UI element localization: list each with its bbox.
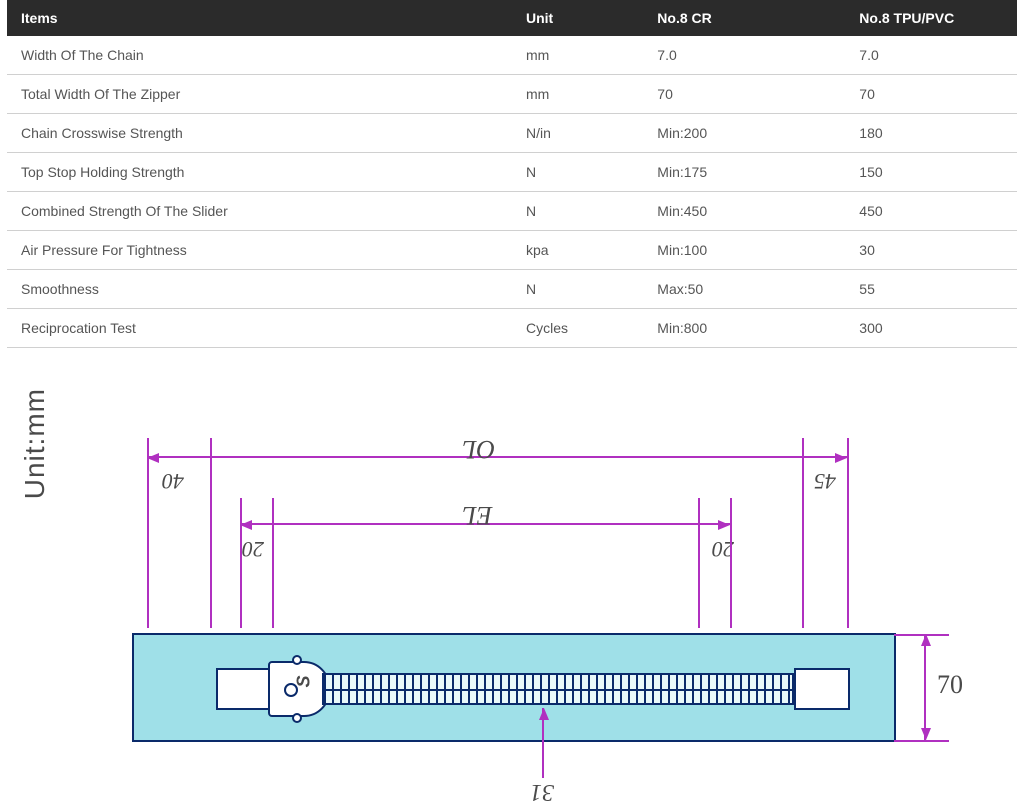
slider-pin-icon (292, 655, 302, 665)
ext-line (730, 498, 732, 628)
ext-line (894, 740, 949, 742)
ext-line (240, 498, 242, 628)
zipper-illustration: S (132, 633, 896, 742)
th-tpu: No.8 TPU/PVC (845, 0, 1017, 36)
ext-line (272, 498, 274, 628)
table-row: Total Width Of The Zippermm7070 (7, 75, 1017, 114)
dim-el-label: EL (462, 500, 492, 530)
dim-offset-line (542, 708, 544, 778)
ext-line (894, 634, 949, 636)
diagram-body: OL 40 45 EL 20 20 (62, 378, 1017, 808)
zipper-chain (322, 673, 794, 705)
unit-column: Unit:mm (7, 378, 62, 808)
table-body: Width Of The Chainmm7.07.0 Total Width O… (7, 36, 1017, 348)
table-row: Combined Strength Of The SliderNMin:4504… (7, 192, 1017, 231)
table-row: SmoothnessNMax:5055 (7, 270, 1017, 309)
unit-label: Unit:mm (19, 388, 51, 499)
zipper-stop-left (216, 668, 272, 710)
dim-ol-line (147, 456, 847, 458)
zipper-diagram: Unit:mm OL 40 45 EL 20 20 (7, 378, 1017, 808)
th-items: Items (7, 0, 512, 36)
ext-line (210, 438, 212, 628)
table-row: Top Stop Holding StrengthNMin:175150 (7, 153, 1017, 192)
table-row: Air Pressure For TightnesskpaMin:10030 (7, 231, 1017, 270)
dim-chain-offset: 31 (530, 778, 554, 805)
zipper-stop-right (794, 668, 850, 710)
dim-left-gap: 20 (242, 536, 264, 562)
table-row: Reciprocation TestCyclesMin:800300 (7, 309, 1017, 348)
slider-pin-icon (292, 713, 302, 723)
dim-width-line (924, 634, 926, 740)
dim-right-margin: 45 (814, 468, 836, 494)
ext-line (698, 498, 700, 628)
th-unit: Unit (512, 0, 643, 36)
ext-line (147, 438, 149, 628)
table-header: Items Unit No.8 CR No.8 TPU/PVC (7, 0, 1017, 36)
ext-line (802, 438, 804, 628)
dim-tape-width: 70 (937, 670, 963, 700)
ext-line (847, 438, 849, 628)
th-cr: No.8 CR (643, 0, 845, 36)
slider-mark: S (294, 675, 315, 687)
dim-ol-label: OL (462, 434, 495, 464)
spec-table: Items Unit No.8 CR No.8 TPU/PVC Width Of… (7, 0, 1017, 348)
table-row: Width Of The Chainmm7.07.0 (7, 36, 1017, 75)
table-row: Chain Crosswise StrengthN/inMin:200180 (7, 114, 1017, 153)
zipper-slider: S (268, 661, 330, 717)
dim-left-margin: 40 (162, 468, 184, 494)
